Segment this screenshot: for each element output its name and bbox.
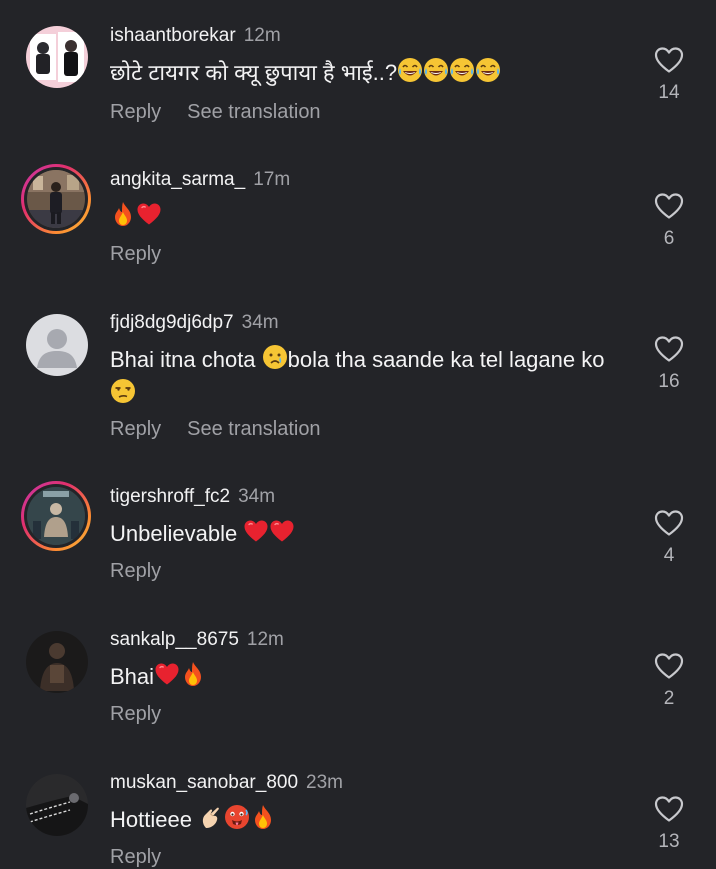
comment-body: Unbelievable: [110, 521, 244, 546]
timestamp: 34m: [238, 486, 276, 507]
pinching-hand-emoji: [198, 804, 224, 830]
reply-button[interactable]: Reply: [110, 418, 161, 440]
laughing-tears-emoji: [397, 57, 423, 83]
heart-icon[interactable]: [654, 192, 684, 220]
comment-text: [110, 200, 630, 234]
heart-icon[interactable]: [654, 795, 684, 823]
comment-text: Bhai: [110, 660, 630, 694]
heart-icon[interactable]: [654, 652, 684, 680]
like-control: 2: [651, 652, 687, 710]
comment-header: muskan_sanobar_800 23m: [110, 771, 343, 795]
username[interactable]: angkita_sarma_: [110, 169, 245, 190]
like-count: 4: [663, 545, 675, 566]
timestamp: 17m: [253, 169, 291, 190]
comment-text: छोटे टायगर को क्यू छुपाया है भाई..?: [110, 56, 630, 90]
hot-face-emoji: [224, 804, 250, 830]
comment-actions: Reply See translation: [110, 417, 347, 441]
like-control: 4: [651, 509, 687, 567]
comment-header: sankalp__8675 12m: [110, 628, 284, 652]
timestamp: 34m: [241, 312, 279, 333]
laughing-tears-emoji: [475, 57, 501, 83]
comment-actions: Reply: [110, 559, 187, 583]
comment-item: fjdj8dg9dj6dp7 34m Bhai itna chota bola t…: [0, 311, 716, 451]
fire-emoji: [180, 661, 206, 687]
red-heart-emoji: [269, 518, 295, 544]
timestamp: 12m: [243, 25, 281, 46]
avatar[interactable]: [26, 26, 88, 88]
like-control: 16: [651, 335, 687, 393]
timestamp: 23m: [306, 772, 343, 793]
comment-item: ishaantborekar 12m छोटे टायगर को क्यू छुप…: [0, 24, 716, 134]
comment-item: angkita_sarma_ 17m Reply 6: [0, 164, 716, 278]
comment-item: tigershroff_fc2 34m Unbelievable Reply 4: [0, 481, 716, 595]
like-control: 13: [651, 795, 687, 853]
avatar[interactable]: [26, 774, 88, 836]
username[interactable]: sankalp__8675: [110, 629, 239, 650]
avatar[interactable]: [21, 481, 91, 551]
username[interactable]: tigershroff_fc2: [110, 486, 230, 507]
like-count: 13: [658, 831, 680, 852]
comment-header: fjdj8dg9dj6dp7 34m: [110, 311, 279, 335]
see-translation-button[interactable]: See translation: [187, 101, 320, 123]
heart-icon[interactable]: [654, 46, 684, 74]
fire-emoji: [110, 201, 136, 227]
username[interactable]: ishaantborekar: [110, 25, 236, 46]
comment-item: muskan_sanobar_800 23m Hottieee Reply 13: [0, 771, 716, 868]
comment-body: छोटे टायगर को क्यू छुपाया है भाई..?: [110, 60, 398, 85]
comment-actions: Reply: [110, 702, 187, 726]
red-heart-emoji: [154, 661, 180, 687]
avatar[interactable]: [21, 164, 91, 234]
comment-actions: Reply See translation: [110, 100, 347, 124]
like-control: 6: [651, 192, 687, 250]
heart-icon[interactable]: [654, 509, 684, 537]
comment-body-part1: Bhai itna chota: [110, 347, 262, 372]
laughing-tears-emoji: [423, 57, 449, 83]
fire-emoji: [250, 804, 276, 830]
reply-button[interactable]: Reply: [110, 703, 161, 725]
username[interactable]: fjdj8dg9dj6dp7: [110, 312, 234, 333]
like-count: 6: [663, 228, 675, 249]
crying-face-emoji: [262, 344, 288, 370]
like-count: 16: [658, 371, 680, 392]
comment-text: Bhai itna chota bola tha saande ka tel l…: [110, 343, 630, 411]
comment-header: angkita_sarma_ 17m: [110, 168, 290, 192]
comment-header: ishaantborekar 12m: [110, 24, 281, 48]
comment-body-part2: bola tha saande ka tel lagane ko: [287, 347, 605, 372]
avatar[interactable]: [26, 631, 88, 693]
username[interactable]: muskan_sanobar_800: [110, 772, 298, 793]
timestamp: 12m: [246, 629, 284, 650]
red-heart-emoji: [243, 518, 269, 544]
comment-body: Bhai: [110, 664, 155, 689]
heart-icon[interactable]: [654, 335, 684, 363]
like-count: 2: [663, 688, 675, 709]
comment-actions: Reply: [110, 845, 187, 869]
reply-button[interactable]: Reply: [110, 243, 161, 265]
laughing-tears-emoji: [449, 57, 475, 83]
red-heart-emoji: [136, 201, 162, 227]
reply-button[interactable]: Reply: [110, 846, 161, 868]
comment-item: sankalp__8675 12m Bhai Reply 2: [0, 628, 716, 738]
reply-button[interactable]: Reply: [110, 560, 161, 582]
like-control: 14: [651, 46, 687, 104]
avatar[interactable]: [26, 314, 88, 376]
like-count: 14: [658, 82, 680, 103]
comment-header: tigershroff_fc2 34m: [110, 485, 275, 509]
comment-body: Hottieee: [110, 807, 199, 832]
comment-actions: Reply: [110, 242, 187, 266]
see-translation-button[interactable]: See translation: [187, 418, 320, 440]
reply-button[interactable]: Reply: [110, 101, 161, 123]
comment-text: Unbelievable: [110, 517, 630, 551]
unamused-face-emoji: [110, 378, 136, 404]
comment-text: Hottieee: [110, 803, 630, 837]
